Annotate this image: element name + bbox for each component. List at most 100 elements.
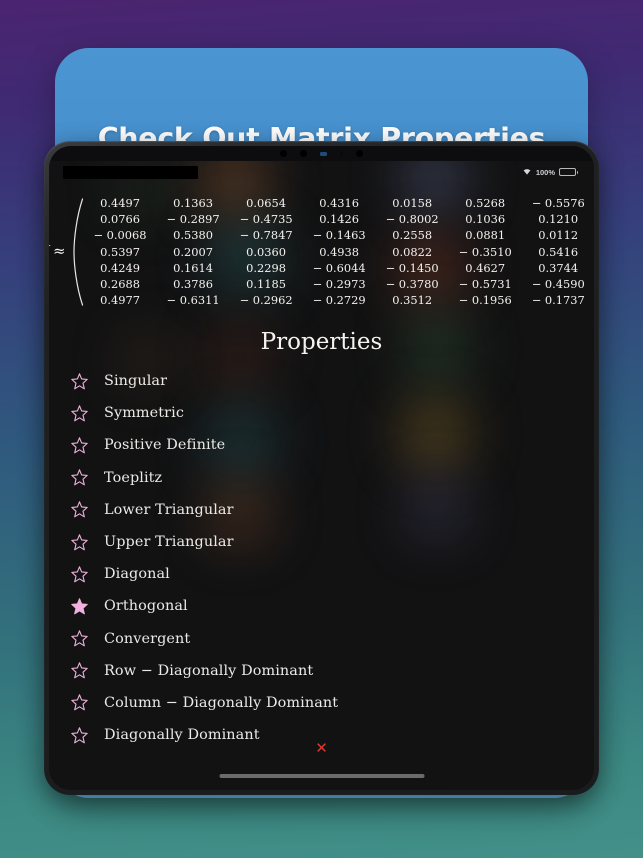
star-outline-icon[interactable]: [71, 533, 88, 551]
property-label: Convergent: [104, 630, 191, 647]
star-filled-icon[interactable]: [71, 598, 88, 615]
matrix-values-table: 0.4497 0.1363 0.0654 0.4316 0.0158 0.5268 − 0.…: [84, 195, 594, 308]
property-label: Column − Diagonally Dominant: [104, 694, 339, 711]
star-outline-icon[interactable]: [71, 437, 88, 454]
property-label: Diagonal: [104, 566, 170, 583]
matrix-cell: 0.2298: [246, 260, 287, 275]
matrix-cell: − 0.7847: [239, 228, 293, 243]
property-row[interactable]: Upper Triangular: [49, 526, 594, 558]
matrix-row: 0.5397 0.2007 0.0360 0.4938 0.0822 − 0.3510 0.…: [84, 244, 594, 260]
matrix-cell: 0.3744: [538, 260, 579, 275]
matrix-cell: 0.5268: [465, 196, 506, 211]
matrix-cell: − 0.8002: [385, 212, 439, 227]
matrix-cell: − 0.1737: [531, 293, 585, 308]
matrix-cell: 0.2558: [392, 228, 433, 243]
matrix-cell: 0.1185: [246, 277, 287, 292]
matrix-cell: 0.0158: [392, 196, 433, 211]
star-outline-icon[interactable]: [71, 662, 88, 679]
star-outline-icon[interactable]: [71, 372, 88, 390]
property-label: Toeplitz: [104, 469, 163, 486]
star-outline-icon[interactable]: [71, 565, 88, 583]
device-screen: 100% U≈ 0.44970.13630.06540.43160.01580.…: [49, 146, 594, 790]
tablet-device-frame: 100% U≈ 0.44970.13630.06540.43160.01580.…: [44, 141, 599, 795]
matrix-cell: 0.4316: [319, 196, 360, 211]
matrix-cell: − 0.2897: [166, 212, 220, 227]
matrix-display: U≈ 0.4497 0.1363 0.0654 0.4316 0.0158 0.5268 −…: [49, 195, 594, 308]
matrix-cell: 0.0360: [246, 244, 287, 259]
star-outline-icon[interactable]: [71, 694, 88, 711]
matrix-row: 0.4977 − 0.6311 − 0.2962 − 0.2729 0.3512 − 0.…: [84, 292, 594, 308]
matrix-row: 0.4497 0.1363 0.0654 0.4316 0.0158 0.5268 − 0.…: [84, 195, 594, 211]
property-row[interactable]: Orthogonal: [49, 590, 594, 622]
property-row[interactable]: Row − Diagonally Dominant: [49, 655, 594, 687]
property-label: Singular: [104, 373, 168, 390]
matrix-cell: − 0.1463: [312, 228, 366, 243]
matrix-cell: − 0.3780: [385, 277, 439, 292]
matrix-cell: − 0.2973: [312, 277, 366, 292]
matrix-cell: 0.5416: [538, 244, 579, 259]
properties-heading: Properties: [260, 329, 383, 355]
matrix-label: U≈: [49, 242, 66, 262]
bezel-sensor-cluster: [49, 146, 594, 161]
property-row[interactable]: Symmetric: [49, 397, 594, 429]
property-label: Symmetric: [104, 405, 185, 422]
close-button[interactable]: ✕: [49, 739, 594, 757]
ambient-light-sensor-icon: [340, 152, 343, 155]
matrix-cell: 0.4249: [100, 260, 140, 275]
status-bar: 100%: [49, 161, 594, 183]
camera-lens-icon: [320, 151, 327, 156]
matrix-cell: 0.0766: [100, 212, 140, 227]
property-label: Row − Diagonally Dominant: [104, 662, 314, 679]
property-row[interactable]: Convergent: [49, 623, 594, 655]
matrix-cell: 0.1614: [173, 260, 213, 275]
matrix-cell: − 0.6044: [312, 260, 366, 275]
matrix-row: 0.2688 0.3786 0.1185 − 0.2973 − 0.3780 − 0.57…: [84, 276, 594, 292]
property-row[interactable]: Positive Definite: [49, 429, 594, 461]
matrix-cell: 0.3512: [392, 293, 433, 308]
matrix-cell: 0.3786: [173, 277, 213, 292]
carrier-redaction-bar: [63, 165, 198, 179]
matrix-cell: − 0.3510: [458, 244, 512, 259]
matrix-cell: 0.0881: [465, 228, 506, 243]
matrix-cell: 0.1363: [173, 196, 213, 211]
property-row[interactable]: Singular: [49, 365, 594, 397]
matrix-cell: − 0.5576: [531, 196, 585, 211]
matrix-cell: 0.1036: [465, 212, 506, 227]
star-outline-icon[interactable]: [71, 630, 88, 647]
matrix-cell: − 0.1450: [385, 260, 439, 275]
property-row[interactable]: Lower Triangular: [49, 494, 594, 526]
app-surface: 100% U≈ 0.44970.13630.06540.43160.01580.…: [49, 161, 594, 790]
star-outline-icon[interactable]: [71, 501, 88, 518]
matrix-cell: 0.4938: [319, 244, 360, 259]
home-indicator[interactable]: [219, 773, 424, 778]
sensor-dot-icon: [356, 150, 363, 157]
star-outline-icon[interactable]: [71, 469, 88, 486]
matrix-cell: 0.0822: [392, 244, 433, 259]
matrix-cell: 0.4977: [100, 293, 140, 308]
matrix-cell: 0.5397: [100, 244, 140, 259]
star-outline-icon[interactable]: [71, 405, 88, 422]
matrix-cell: 0.4497: [100, 196, 140, 211]
front-camera-icon: [300, 150, 307, 157]
status-bar-right: 100%: [522, 167, 578, 177]
matrix-row: − 0.0068 0.5380 − 0.7847 − 0.1463 0.2558 0.08…: [84, 227, 594, 243]
matrix-cell: − 0.4590: [531, 277, 585, 292]
matrix-cell: − 0.1956: [458, 293, 512, 308]
property-row[interactable]: Toeplitz: [49, 462, 594, 494]
matrix-cell: 0.1426: [319, 212, 360, 227]
matrix-cell: 0.4627: [465, 260, 506, 275]
matrix-variable-name: U: [49, 242, 50, 260]
matrix-row: 0.0766 − 0.2897 − 0.4735 0.1426 − 0.8002 0.10…: [84, 211, 594, 227]
matrix-cell: 0.2007: [173, 244, 213, 259]
matrix-cell: 0.5380: [173, 228, 213, 243]
matrix-cell: 0.0112: [538, 228, 579, 243]
property-label: Upper Triangular: [104, 534, 234, 551]
matrix-cell: 0.2688: [100, 277, 140, 292]
matrix-row: 0.4249 0.1614 0.2298 − 0.6044 − 0.1450 0.4627…: [84, 260, 594, 276]
property-row[interactable]: Diagonal: [49, 558, 594, 590]
battery-percent-label: 100%: [535, 167, 555, 177]
matrix-cell: − 0.2962: [239, 293, 293, 308]
property-row[interactable]: Column − Diagonally Dominant: [49, 687, 594, 719]
property-label: Lower Triangular: [104, 501, 234, 518]
matrix-cell: − 0.0068: [93, 228, 147, 243]
